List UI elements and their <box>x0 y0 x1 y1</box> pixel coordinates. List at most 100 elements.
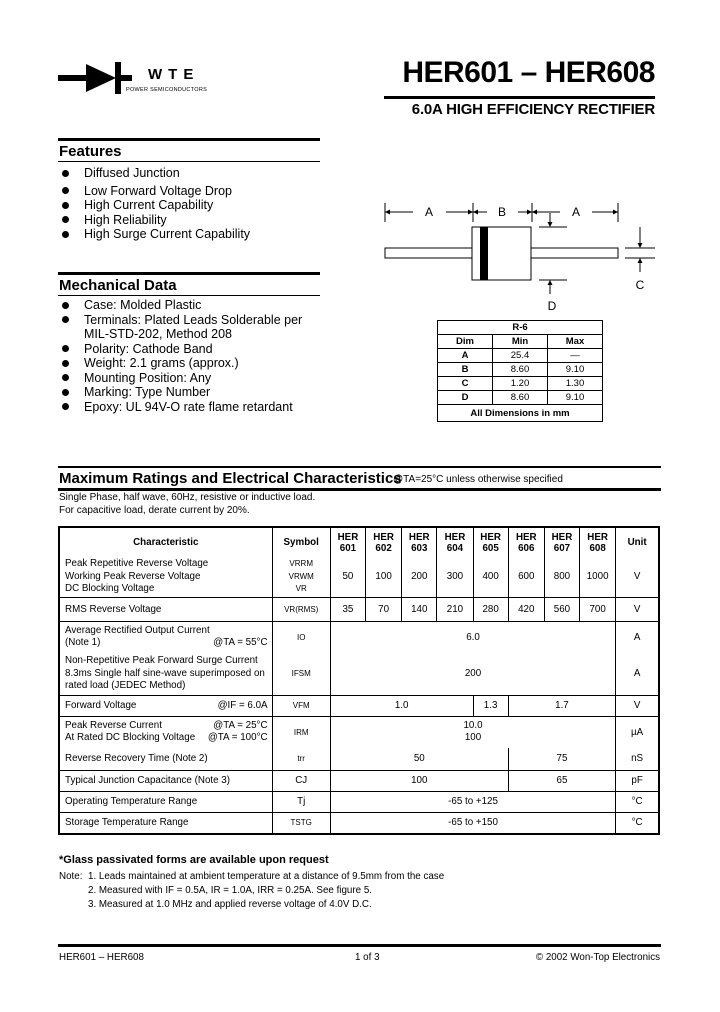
page-title: HER601 – HER608 <box>402 56 655 89</box>
glass-passivated-note: *Glass passivated forms are available up… <box>59 854 329 866</box>
value-cell: 400 <box>472 557 509 597</box>
char-vrms: RMS Reverse Voltage <box>59 596 273 621</box>
unit-cell: µA <box>615 715 659 748</box>
page-subtitle: 6.0A HIGH EFFICIENCY RECTIFIER <box>411 101 655 118</box>
header-characteristic: Characteristic <box>133 537 199 548</box>
dim-row: C 1.20 1.30 <box>437 376 603 391</box>
unit-cell: °C <box>615 790 659 812</box>
dimensions-table: R-6 Dim Min Max A 25.4 — B 8.60 9.10 C 1… <box>437 320 603 422</box>
features-bottom-rule <box>58 161 320 162</box>
dim-label-a-left: A <box>425 205 433 219</box>
unit-cell: pF <box>615 769 659 791</box>
dim-cell: 1.20 <box>492 376 548 391</box>
dim-label-b: B <box>498 205 506 219</box>
dim-footer: All Dimensions in mm <box>437 404 603 422</box>
feature-item: High Current Capability <box>57 198 327 213</box>
footer-divider <box>58 944 661 947</box>
mechanical-item: Polarity: Cathode Band <box>57 342 327 357</box>
feature-item: High Reliability <box>57 213 327 228</box>
value-cell: 35 <box>329 596 366 621</box>
features-top-rule <box>58 138 320 141</box>
ratings-table: Characteristic Symbol HER 601 HER 602 HER 6… <box>58 526 660 835</box>
char-trr: Reverse Recovery Time (Note 2) <box>65 753 208 765</box>
value-cell: -65 to +150 <box>329 811 616 834</box>
feature-item: High Surge Current Capability <box>57 227 327 242</box>
symbol-io: IO <box>271 620 331 653</box>
symbol-vfm: VFM <box>271 694 331 716</box>
ratings-title: Maximum Ratings and Electrical Character… <box>59 470 402 487</box>
symbol-ifsm: IFSM <box>271 653 331 695</box>
header-part: HER 605 <box>472 527 509 557</box>
value-cell: 50 <box>329 748 509 770</box>
unit-cell: V <box>615 694 659 716</box>
value-cell: 10.0 100 <box>329 715 616 748</box>
header-unit: Unit <box>615 527 659 557</box>
dim-header: Min <box>492 334 548 349</box>
char-irm: Peak Reverse Current @TA = 25°C At Rated D… <box>59 715 273 748</box>
dim-row: D 8.60 9.10 <box>437 390 603 405</box>
dim-cell: 8.60 <box>492 362 548 377</box>
header-part: HER 602 <box>365 527 402 557</box>
value-cell: 70 <box>365 596 402 621</box>
note-item: 2. Measured with IF = 0.5A, IR = 1.0A, I… <box>88 885 372 896</box>
symbol-vrms: VR(RMS) <box>271 596 331 621</box>
dim-cell: A <box>437 348 493 363</box>
dim-cell: 1.30 <box>547 376 603 391</box>
value-cell: 1.7 <box>507 694 616 716</box>
dim-package-name: R-6 <box>437 320 603 335</box>
value-cell: -65 to +125 <box>329 790 616 812</box>
symbol-trr: trr <box>271 748 331 770</box>
mechanical-item: Mounting Position: Any <box>57 371 327 386</box>
feature-item: Low Forward Voltage Drop <box>57 184 327 199</box>
mechanical-top-rule <box>58 272 320 275</box>
dim-row: B 8.60 9.10 <box>437 362 603 377</box>
note-prefix: Note: <box>59 871 83 882</box>
value-cell: 50 <box>329 557 366 597</box>
mechanical-title: Mechanical Data <box>59 277 177 294</box>
package-diagram: A B A C D <box>384 203 655 313</box>
table-row-trr: Reverse Recovery Time (Note 2) trr 50 75… <box>59 748 659 770</box>
value-cell: 280 <box>472 596 509 621</box>
symbol-tj: Tj <box>271 790 331 812</box>
dim-cell: — <box>547 348 603 363</box>
value-cell: 700 <box>579 596 616 621</box>
symbol-irm: IRM <box>271 715 331 748</box>
ratings-note-line2: For capacitive load, derate current by 2… <box>59 505 250 516</box>
table-row-tj: Operating Temperature Range Tj -65 to +1… <box>59 790 659 812</box>
mechanical-bottom-rule <box>58 295 320 296</box>
value-cell: 65 <box>507 769 616 791</box>
table-row-tstg: Storage Temperature Range TSTG -65 to +1… <box>59 811 659 834</box>
symbol-vrrm: VRRM VRWM VR <box>271 557 331 597</box>
value-cell: 6.0 <box>329 620 616 653</box>
value-cell: 210 <box>436 596 474 621</box>
unit-cell: V <box>615 596 659 621</box>
features-title: Features <box>59 143 122 160</box>
unit-cell: °C <box>615 811 659 834</box>
value-cell: 1000 <box>579 557 616 597</box>
header-part: HER 601 <box>329 527 366 557</box>
value-cell: 75 <box>507 748 616 770</box>
mechanical-item: Terminals: Plated Leads Solderable per M… <box>57 313 304 342</box>
table-row-vrrm: Peak Repetitive Reverse Voltage Working P… <box>59 557 659 597</box>
dim-cell: 25.4 <box>492 348 548 363</box>
unit-cell: V <box>615 557 659 597</box>
value-cell: 560 <box>543 596 580 621</box>
header-part: HER 603 <box>401 527 437 557</box>
value-cell: 800 <box>543 557 580 597</box>
logo-brand: WTE <box>148 66 200 83</box>
ratings-bottom-rule <box>58 488 661 491</box>
footer-copyright: © 2002 Won-Top Electronics <box>535 952 660 963</box>
char-vfm: Forward Voltage @IF = 6.0A <box>59 694 273 716</box>
dim-cell: 9.10 <box>547 390 603 405</box>
char-io: Average Rectified Output Current (Note 1)… <box>59 620 273 653</box>
value-cell: 1.0 <box>329 694 474 716</box>
dim-row: A 25.4 — <box>437 348 603 363</box>
ratings-note-line1: Single Phase, half wave, 60Hz, resistive… <box>59 492 316 503</box>
table-row-vrms: RMS Reverse Voltage VR(RMS) 35 70 140 21… <box>59 596 659 621</box>
symbol-tstg: TSTG <box>271 811 331 834</box>
value-cell: 300 <box>436 557 474 597</box>
ratings-top-rule <box>58 466 661 468</box>
feature-item: Diffused Junction <box>57 166 327 181</box>
dim-label-d: D <box>548 299 557 313</box>
char-vrrm: Peak Repetitive Reverse Voltage Working P… <box>65 558 209 594</box>
